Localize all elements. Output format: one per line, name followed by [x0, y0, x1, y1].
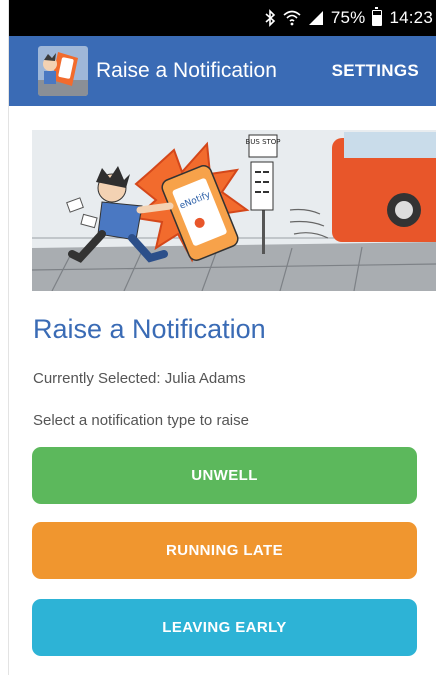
hero-illustration: BUS STOP eNotify — [32, 130, 436, 291]
status-bar: 75% 14:23 — [9, 0, 436, 36]
battery-percent: 75% — [330, 8, 366, 27]
signal-icon — [308, 10, 324, 26]
wifi-icon — [283, 10, 301, 26]
battery-icon — [372, 7, 383, 26]
app-title: Raise a Notification — [96, 59, 277, 82]
page-heading: Raise a Notification — [33, 314, 266, 344]
currently-selected-text: Currently Selected: Julia Adams — [33, 370, 246, 387]
running-late-button[interactable]: RUNNING LATE — [32, 522, 417, 579]
instruction-text: Select a notification type to raise — [33, 412, 249, 429]
bus-stop-text: BUS STOP — [245, 138, 280, 146]
app-bar: Raise a Notification SETTINGS — [9, 36, 436, 106]
phone-screen: 75% 14:23 Raise a Notification SETTINGS — [8, 0, 436, 675]
leaving-early-button[interactable]: LEAVING EARLY — [32, 599, 417, 656]
unwell-button[interactable]: UNWELL — [32, 447, 417, 504]
bluetooth-icon — [264, 9, 276, 27]
settings-button[interactable]: SETTINGS — [332, 61, 419, 81]
app-logo-icon — [38, 46, 88, 96]
clock: 14:23 — [389, 8, 433, 27]
